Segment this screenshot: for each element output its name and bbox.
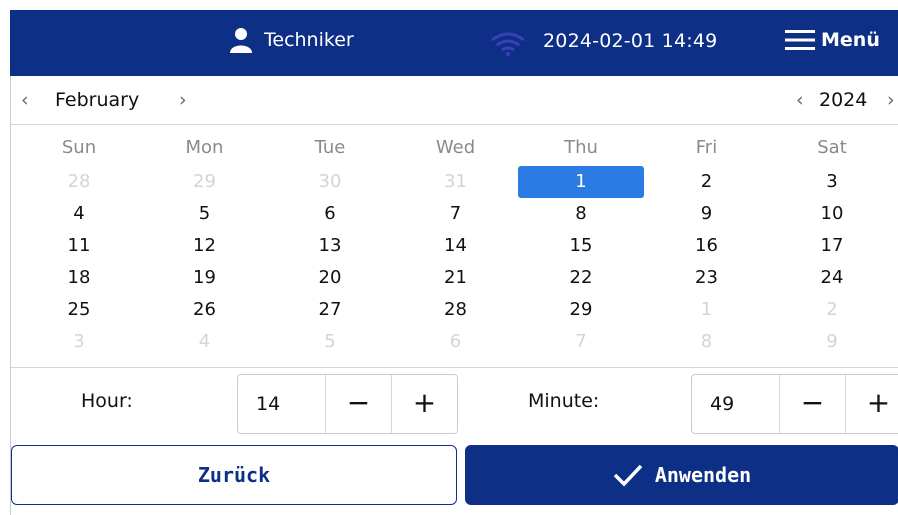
user-indicator[interactable]: Techniker xyxy=(230,27,354,53)
time-selector: Hour: 14 − + Minute: 49 − + xyxy=(11,367,898,441)
weekday-header: Fri xyxy=(695,137,718,158)
calendar-day[interactable]: 24 xyxy=(768,264,896,292)
calendar-day-selected[interactable]: 1 xyxy=(517,166,645,198)
calendar-day[interactable]: 28 xyxy=(392,296,520,324)
calendar-day[interactable]: 27 xyxy=(266,296,394,324)
calendar-day-other-month[interactable]: 6 xyxy=(392,328,520,356)
calendar-day-other-month[interactable]: 30 xyxy=(266,168,394,196)
weekday-header: Mon xyxy=(185,137,224,158)
calendar-day[interactable]: 8 xyxy=(517,200,645,228)
calendar-day[interactable]: 7 xyxy=(392,200,520,228)
next-month-button[interactable]: › xyxy=(179,89,187,111)
year-label: 2024 xyxy=(819,89,868,111)
calendar-day[interactable]: 17 xyxy=(768,232,896,260)
calendar-day[interactable]: 6 xyxy=(266,200,394,228)
apply-label: Anwenden xyxy=(654,463,752,487)
calendar-day[interactable]: 11 xyxy=(15,232,143,260)
calendar-day[interactable]: 16 xyxy=(643,232,771,260)
calendar-day-other-month[interactable]: 29 xyxy=(141,168,269,196)
calendar-day[interactable]: 2 xyxy=(643,168,771,196)
calendar-day[interactable]: 13 xyxy=(266,232,394,260)
prev-month-button[interactable]: ‹ xyxy=(21,89,29,111)
weekday-header: Wed xyxy=(435,137,476,158)
calendar-day[interactable]: 9 xyxy=(643,200,771,228)
date-time-picker: ‹ February › ‹ 2024 › Sun Mon Tue Wed Thu Fri… xyxy=(10,76,898,515)
minute-input[interactable]: 49 xyxy=(692,375,780,433)
weekday-header: Sat xyxy=(817,137,847,158)
status-bar: Techniker 2024-02-01 14:49 Menü xyxy=(10,10,898,76)
minute-label: Minute: xyxy=(528,390,600,412)
calendar-day[interactable]: 20 xyxy=(266,264,394,292)
calendar-day[interactable]: 5 xyxy=(141,200,269,228)
calendar-day[interactable]: 26 xyxy=(141,296,269,324)
calendar-day[interactable]: 25 xyxy=(15,296,143,324)
calendar-day[interactable]: 10 xyxy=(768,200,896,228)
calendar-day-other-month[interactable]: 9 xyxy=(768,328,896,356)
back-button[interactable]: Zurück xyxy=(11,445,457,505)
minute-increment-button[interactable]: + xyxy=(846,375,898,433)
calendar-day[interactable]: 29 xyxy=(517,296,645,324)
menu-label: Menü xyxy=(821,29,880,51)
calendar-day-other-month[interactable]: 4 xyxy=(141,328,269,356)
calendar-day-other-month[interactable]: 1 xyxy=(643,296,771,324)
calendar-day[interactable]: 14 xyxy=(392,232,520,260)
calendar-day[interactable]: 3 xyxy=(768,168,896,196)
calendar-day-other-month[interactable]: 2 xyxy=(768,296,896,324)
selected-day-label: 1 xyxy=(518,166,644,198)
user-label: Techniker xyxy=(264,29,354,51)
minute-stepper: 49 − + xyxy=(691,374,898,434)
weekday-header: Sun xyxy=(61,137,97,158)
calendar-day-other-month[interactable]: 8 xyxy=(643,328,771,356)
checkmark-icon xyxy=(613,464,643,487)
next-year-button[interactable]: › xyxy=(887,89,895,111)
month-label: February xyxy=(55,89,140,111)
calendar-day[interactable]: 21 xyxy=(392,264,520,292)
hour-input[interactable]: 14 xyxy=(238,375,326,433)
calendar-day[interactable]: 23 xyxy=(643,264,771,292)
calendar-day-other-month[interactable]: 5 xyxy=(266,328,394,356)
calendar-day-other-month[interactable]: 31 xyxy=(392,168,520,196)
calendar-day[interactable]: 12 xyxy=(141,232,269,260)
user-icon xyxy=(230,28,252,53)
calendar-day[interactable]: 19 xyxy=(141,264,269,292)
wifi-icon xyxy=(491,32,525,56)
menu-button[interactable]: Menü xyxy=(785,29,880,51)
calendar-day-other-month[interactable]: 3 xyxy=(15,328,143,356)
calendar-day-other-month[interactable]: 7 xyxy=(517,328,645,356)
datetime-display: 2024-02-01 14:49 xyxy=(543,30,718,52)
minute-decrement-button[interactable]: − xyxy=(780,375,846,433)
calendar-day-other-month[interactable]: 28 xyxy=(15,168,143,196)
calendar-day[interactable]: 4 xyxy=(15,200,143,228)
apply-button[interactable]: Anwenden xyxy=(465,445,898,505)
hamburger-menu-icon xyxy=(785,30,815,50)
calendar-day[interactable]: 15 xyxy=(517,232,645,260)
calendar-day[interactable]: 22 xyxy=(517,264,645,292)
hour-label: Hour: xyxy=(81,390,133,412)
hour-stepper: 14 − + xyxy=(237,374,458,434)
calendar-day[interactable]: 18 xyxy=(15,264,143,292)
weekday-header: Thu xyxy=(564,137,598,158)
hour-decrement-button[interactable]: − xyxy=(326,375,392,433)
calendar-navigation: ‹ February › ‹ 2024 › xyxy=(11,76,898,125)
hour-increment-button[interactable]: + xyxy=(392,375,457,433)
back-label: Zurück xyxy=(197,463,271,487)
prev-year-button[interactable]: ‹ xyxy=(796,89,804,111)
weekday-header: Tue xyxy=(314,137,346,158)
